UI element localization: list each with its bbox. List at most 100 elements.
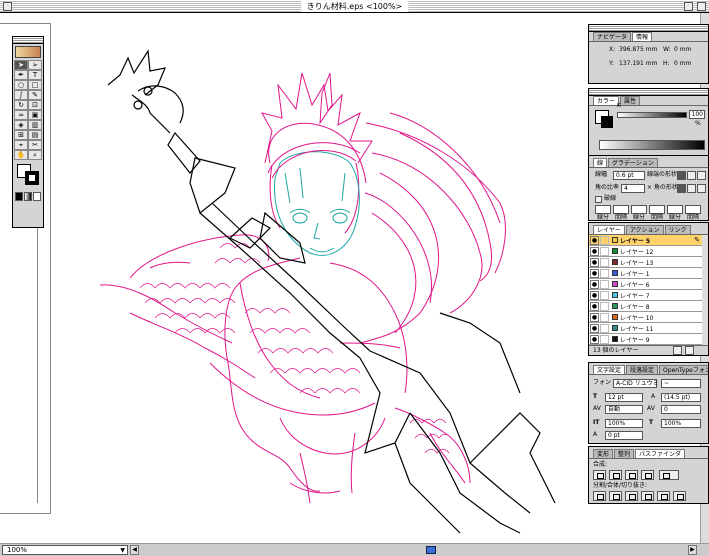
layer-row[interactable]: ● レイヤー 9 [589,334,702,345]
eye-icon[interactable]: ● [590,246,599,256]
layer-row[interactable]: ● レイヤー 6 [589,279,702,290]
adobe-logo-icon[interactable] [15,46,41,58]
eye-icon[interactable]: ● [590,301,599,311]
pencil-tool-icon[interactable]: ✎ [28,90,42,100]
window-title-bar[interactable]: きりん材料.eps <100%> [0,0,709,13]
layer-row[interactable]: ● レイヤー 1 [589,268,702,279]
color-spectrum-ramp[interactable] [599,140,705,150]
tracking-field[interactable]: 自動 [605,405,643,414]
layer-row[interactable]: ● レイヤー 12 [589,246,702,257]
exclude-icon[interactable] [641,470,654,480]
baseline-shift-field[interactable]: 0 pt [605,431,643,440]
dash-checkbox[interactable] [595,196,602,203]
horizontal-scroll-thumb[interactable] [426,546,436,554]
eye-icon[interactable]: ● [590,290,599,300]
tab-layers[interactable]: レイヤー [593,225,625,234]
zoom-level-field[interactable]: 100% ▼ [2,545,128,555]
layer-row[interactable]: ● レイヤー 13 [589,257,702,268]
gradient-mode-icon[interactable] [24,192,32,201]
graph-tool-icon[interactable]: ▥ [28,120,42,130]
tab-color[interactable]: カラー [593,96,620,105]
symbol-tool-icon[interactable]: ◈ [14,120,28,130]
unite-icon[interactable] [593,470,606,480]
color-palette-titlebar[interactable] [589,89,708,96]
bevel-join-icon[interactable] [697,184,706,193]
tab-gradient[interactable]: グラデーション [608,158,658,167]
scissors-tool-icon[interactable]: ✂ [28,140,42,150]
layer-row[interactable]: ● レイヤー 10 [589,312,702,323]
tab-opentype[interactable]: OpenTypeフォント設定 [659,365,708,374]
tool-palette-titlebar[interactable] [13,37,43,44]
butt-cap-icon[interactable] [677,171,686,180]
merge-icon[interactable] [625,491,638,501]
eye-icon[interactable]: ● [590,312,599,322]
dash-field-1[interactable] [595,205,611,214]
direct-selection-tool-icon[interactable]: ➢ [28,60,42,70]
tab-links[interactable]: リンク [664,225,691,234]
scroll-right-button[interactable]: ▶ [688,545,697,555]
brush-tool-icon[interactable]: ∫ [14,90,28,100]
kerning-field[interactable]: 0 [661,405,701,414]
mesh-tool-icon[interactable]: ⊞ [14,130,28,140]
eye-icon[interactable]: ● [590,235,599,245]
miter-join-icon[interactable] [677,184,686,193]
tab-attributes[interactable]: 属性 [620,96,641,105]
gap-field-3[interactable] [685,205,701,214]
type-tool-icon[interactable]: T [28,70,42,80]
intersect-icon[interactable] [625,470,638,480]
chevron-down-icon[interactable]: ▼ [120,547,125,555]
stroke-swatch[interactable] [25,171,39,185]
gap-field-1[interactable] [613,205,629,214]
free-transform-tool-icon[interactable]: ▣ [28,110,42,120]
gap-field-2[interactable] [649,205,665,214]
divide-icon[interactable] [593,491,606,501]
crop-icon[interactable] [641,491,654,501]
tab-info[interactable]: 情報 [632,32,653,41]
pen-tool-icon[interactable]: ✒ [14,70,28,80]
color-stroke-swatch[interactable] [601,116,613,128]
zoom-tool-icon[interactable]: ⌕ [28,150,42,160]
lock-toggle[interactable] [600,246,609,256]
color-k-value[interactable]: 100 [689,110,705,119]
tab-navigator[interactable]: ナビゲータ [593,32,632,41]
square-cap-icon[interactable] [697,171,706,180]
minus-front-icon[interactable] [609,470,622,480]
zoom-box-icon[interactable] [684,2,693,11]
leading-field[interactable]: (14.5 pt) [661,393,701,402]
layer-row[interactable]: ● レイヤー 7 [589,290,702,301]
gradient-tool-icon[interactable]: ▤ [28,130,42,140]
stroke-weight-field[interactable]: 0.6 pt [613,171,645,180]
layer-row[interactable]: ● レイヤー 8 [589,301,702,312]
rotate-tool-icon[interactable]: ↻ [14,100,28,110]
expand-button[interactable] [659,470,679,480]
lock-toggle[interactable] [600,312,609,322]
tab-align[interactable]: 整列 [614,449,635,458]
eyedropper-tool-icon[interactable]: ⌖ [14,140,28,150]
eye-icon[interactable]: ● [590,323,599,333]
lock-toggle[interactable] [600,301,609,311]
layer-row[interactable]: ● レイヤー 5 ✎ [589,235,702,246]
eye-icon[interactable]: ● [590,268,599,278]
lock-toggle[interactable] [600,323,609,333]
none-mode-icon[interactable] [33,192,41,201]
dash-field-2[interactable] [631,205,647,214]
font-size-field[interactable]: 12 pt [605,393,643,402]
tab-paragraph[interactable]: 段落設定 [626,365,659,374]
selection-tool-icon[interactable]: ➤ [14,60,28,70]
collapse-box-icon[interactable] [697,2,706,11]
layer-list-scrollbar[interactable] [701,235,708,345]
scale-tool-icon[interactable]: ⊡ [28,100,42,110]
tab-stroke[interactable]: 線 [593,158,608,167]
tab-transform[interactable]: 変形 [593,449,614,458]
warp-tool-icon[interactable]: ≈ [14,110,28,120]
font-family-field[interactable]: A-CID リュウミ [613,379,659,388]
layer-row[interactable]: ● レイヤー 11 [589,323,702,334]
tab-actions[interactable]: アクション [625,225,664,234]
lock-toggle[interactable] [600,235,609,245]
outline-icon[interactable] [657,491,670,501]
eye-icon[interactable]: ● [590,257,599,267]
vertical-scale-field[interactable]: 100% [605,419,643,428]
miter-limit-field[interactable]: 4 [621,184,645,193]
delete-layer-icon[interactable] [685,346,694,355]
lock-toggle[interactable] [600,334,609,344]
